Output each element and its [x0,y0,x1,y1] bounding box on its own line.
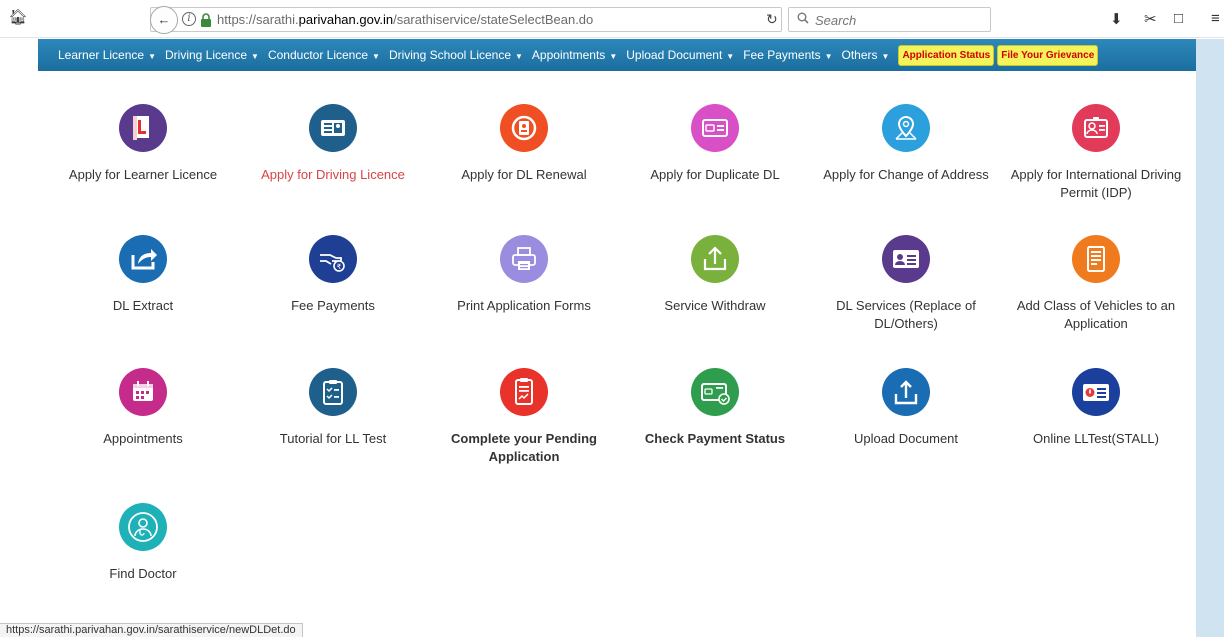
caret-down-icon: ▼ [148,52,156,61]
online-test-icon [1072,368,1120,416]
nav-others[interactable]: Others ▼ [842,48,890,62]
service-tile[interactable]: Upload Document [806,368,1006,448]
service-tile[interactable]: Tutorial for LL Test [233,368,433,448]
pending-document-icon [500,368,548,416]
info-icon[interactable]: i [182,12,196,26]
service-label: Appointments [103,431,183,446]
nav-conductor-licence[interactable]: Conductor Licence ▼ [268,48,380,62]
service-tile[interactable]: Find Doctor [43,503,243,583]
service-tile[interactable]: Apply for Duplicate DL [615,104,815,184]
search-icon [797,12,809,24]
contact-card-icon [882,235,930,283]
service-tile[interactable]: ₹ Fee Payments [233,235,433,315]
file-grievance-button[interactable]: File Your Grievance [997,44,1099,66]
right-margin [1196,39,1224,637]
service-label: Add Class of Vehicles to an Application [1016,298,1176,331]
nav-upload-document[interactable]: Upload Document ▼ [626,48,734,62]
caret-down-icon: ▼ [251,52,259,61]
reload-icon[interactable]: ↻ [766,11,778,28]
service-tile[interactable]: Add Class of Vehicles to an Application [996,235,1196,333]
service-tile[interactable]: Online LLTest(STALL) [996,368,1196,448]
nav-appointments[interactable]: Appointments ▼ [532,48,617,62]
left-margin [0,39,38,637]
service-label: Apply for DL Renewal [461,167,587,182]
service-label: Find Doctor [109,566,177,581]
browser-toolbar: 🏠︎ ← i https://sarathi.parivahan.gov.in/… [0,0,1224,38]
home-icon[interactable]: 🏠︎ [8,8,28,28]
caret-down-icon: ▼ [515,52,523,61]
main-navigation: Learner Licence ▼ Driving Licence ▼ Conduc… [38,39,1196,71]
checklist-icon [309,368,357,416]
service-label: DL Extract [112,298,174,313]
service-label: Upload Document [853,431,959,446]
service-label: Apply for Duplicate DL [650,167,780,182]
address-bar[interactable]: ← i https://sarathi.parivahan.gov.in/sar… [150,6,782,34]
service-label: DL Services (Replace of DL/Others) [836,298,976,331]
url-text: https://sarathi.parivahan.gov.in/sarathi… [217,12,594,27]
caret-down-icon: ▼ [609,52,618,61]
caret-down-icon: ▼ [726,52,735,61]
renewal-icon [500,104,548,152]
extension-icon[interactable]: ✂︎ [1144,10,1157,28]
service-label: Online LLTest(STALL) [1033,431,1159,446]
application-status-button[interactable]: Application Status [898,44,995,66]
status-bar-url: https://sarathi.parivahan.gov.in/sarathi… [0,623,303,637]
service-tile[interactable]: DL Extract [43,235,243,315]
service-label: Check Payment Status [644,431,786,446]
service-label: Complete your Pending Application [451,431,597,464]
printer-icon [500,235,548,283]
service-label: Apply for Driving Licence [261,167,405,182]
service-label: Apply for Learner Licence [68,167,218,182]
doctor-icon [119,503,167,551]
menu-icon[interactable]: ≡ [1211,10,1220,27]
nav-fee-payments[interactable]: Fee Payments ▼ [743,48,832,62]
calendar-icon [119,368,167,416]
duplicate-card-icon [691,104,739,152]
payment-card-check-icon [691,368,739,416]
service-tile[interactable]: Apply for DL Renewal [424,104,624,184]
service-tile[interactable]: Apply for Change of Address [806,104,1006,184]
caret-down-icon: ▼ [824,52,833,61]
service-tile[interactable]: Complete your Pending Application [424,368,624,466]
service-tile[interactable]: Check Payment Status [615,368,815,448]
licence-card-icon [309,104,357,152]
caret-down-icon: ▼ [372,52,380,61]
id-badge-icon [1072,104,1120,152]
service-label: Apply for Change of Address [823,167,989,182]
document-list-icon [1072,235,1120,283]
service-tile[interactable]: Apply for International Driving Permit (… [996,104,1196,202]
service-tile[interactable]: Print Application Forms [424,235,624,315]
nav-driving-licence[interactable]: Driving Licence ▼ [165,48,259,62]
nav-driving-school-licence[interactable]: Driving School Licence ▼ [389,48,523,62]
location-pin-icon [882,104,930,152]
back-arrow-icon[interactable]: ← [150,6,178,34]
search-bar[interactable] [788,7,991,32]
service-label: Print Application Forms [457,298,591,313]
service-label: Apply for International Driving Permit (… [1010,167,1182,200]
learner-l-icon [119,104,167,152]
sidebar-icon[interactable]: □ [1174,10,1183,27]
service-tile[interactable]: Apply for Learner Licence [43,104,243,184]
service-label: Service Withdraw [664,298,766,313]
services-grid: Apply for Learner Licence Apply for Driv… [38,71,1196,637]
svg-text:₹: ₹ [337,263,342,271]
service-tile[interactable]: Service Withdraw [615,235,815,315]
upload-box-icon [691,235,739,283]
search-input[interactable] [815,11,985,29]
service-tile[interactable]: Apply for Driving Licence [233,104,433,184]
service-tile[interactable]: Appointments [43,368,243,448]
lock-icon [201,13,211,27]
service-label: Fee Payments [291,298,375,313]
upload-tray-icon [882,368,930,416]
nav-learner-licence[interactable]: Learner Licence ▼ [58,48,156,62]
hand-payment-icon: ₹ [309,235,357,283]
share-icon [119,235,167,283]
service-label: Tutorial for LL Test [279,431,387,446]
service-tile[interactable]: DL Services (Replace of DL/Others) [806,235,1006,333]
download-icon[interactable]: ⬇︎ [1110,10,1123,28]
caret-down-icon: ▼ [881,52,890,61]
